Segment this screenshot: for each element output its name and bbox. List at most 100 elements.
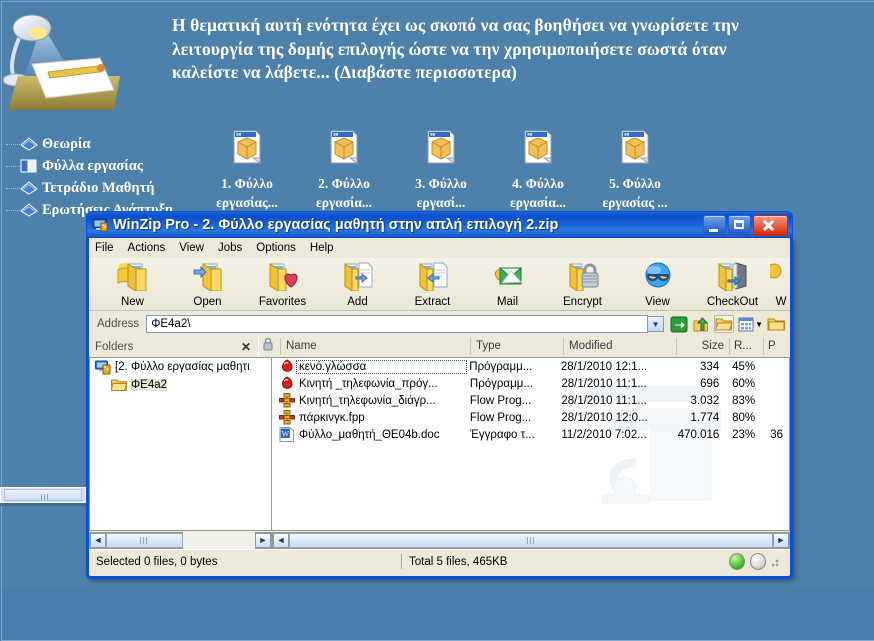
folders-horizontal-scrollbar[interactable]: ◄ ► [89,531,272,549]
toolbar-button-new[interactable]: New [95,258,170,310]
minimize-button[interactable] [703,214,726,236]
zip-file-icon [524,130,552,164]
table-row[interactable]: Κινητή _τηλεφωνία_πρόγ... Πρόγραμμ... 28… [272,375,789,392]
menu-item-options[interactable]: Options [256,242,296,254]
file-name: πάρκινγκ.fpp [298,411,365,424]
window-controls [703,214,788,236]
scrollbar-thumb[interactable] [106,532,183,548]
file-size: 334 [700,360,720,373]
menu-item-actions[interactable]: Actions [128,242,166,254]
slide-tree-item-label: Φύλλα εργασίας [42,157,143,174]
window-titlebar[interactable]: WinZip Pro - 2. Φύλλο εργασίας μαθητή στ… [86,211,793,238]
toolbar-label-wizard: W [775,296,787,308]
toolbar-button-checkout[interactable]: CheckOut [695,258,770,310]
menu-bar: File Actions View Jobs Options Help [89,238,790,258]
menu-item-help[interactable]: Help [310,242,334,254]
toolbar-button-favorites[interactable]: Favorites [245,258,320,310]
menu-item-file[interactable]: File [95,242,114,254]
folder-tree-node-label: [2. Φύλλο εργασίας μαθητι [115,361,250,373]
view-sunglasses-icon [620,260,695,292]
menu-item-jobs[interactable]: Jobs [218,242,242,254]
column-header-name[interactable]: Name [281,338,471,355]
toolbar-button-extract[interactable]: Extract [395,258,470,310]
resize-grip-icon[interactable] [771,556,781,567]
menu-item-view[interactable]: View [179,242,204,254]
up-folder-icon[interactable] [692,316,710,333]
folder-tree-node-label: ΦΕ4a2 [131,379,168,391]
scroll-right-arrow-icon[interactable]: ► [255,532,271,548]
views-button[interactable]: ▼ [738,317,763,332]
folders-pane-title: Folders [95,340,134,353]
views-grid-icon [738,317,754,331]
toolbar-label-new: New [120,296,144,308]
glossa-program-icon [281,376,293,389]
table-row[interactable]: Κινητή_τηλεφωνία_διάγρ... Flow Prog... 2… [272,392,789,409]
folders-tree-pane[interactable]: [2. Φύλλο εργασίας μαθητι ΦΕ4a2 [89,357,271,531]
toolbar-label-favorites: Favorites [258,296,307,308]
new-archive-icon [95,260,170,292]
scrollbar-thumb[interactable] [289,532,773,548]
scroll-left-arrow-icon[interactable]: ◄ [90,532,106,548]
zip-shortcut[interactable]: 3. Φύλλο εργασί... [406,130,476,212]
scrollbar-track[interactable] [183,531,255,549]
padlock-column-icon[interactable] [259,338,281,355]
scroll-right-arrow-icon[interactable]: ► [773,532,789,548]
table-row[interactable]: πάρκινγκ.fpp Flow Prog... 28/1/2010 12:0… [272,409,789,426]
toolbar-button-open[interactable]: Open [170,258,245,310]
file-ratio: 23% [732,428,756,441]
tree-connector [6,188,20,189]
checkout-icon [695,260,770,292]
scrollbar-grip-icon [41,494,50,500]
toolbar-button-add[interactable]: Add [320,258,395,310]
toolbar-label-view: View [645,296,670,308]
toolbar-button-view[interactable]: View [620,258,695,310]
book-icon [20,181,38,195]
column-header-packed[interactable]: P [764,338,790,355]
scrollbar-thumb[interactable] [4,489,82,501]
file-list-horizontal-scrollbar[interactable]: ◄ ► [272,531,790,549]
close-icon[interactable]: ✕ [241,340,251,354]
file-size: 470.016 [677,428,720,441]
zip-shortcut[interactable]: 5. Φύλλο εργασίας ... [600,130,670,212]
table-row[interactable]: W Φύλλο_μαθητή_ΘΕ04b.doc Έγγραφο τ... 11… [272,426,789,443]
table-row[interactable]: κενό.γλώσσα Πρόγραμμ... 28/1/2010 12:1..… [272,358,789,375]
toolbar-button-wizard[interactable]: W [770,258,790,310]
background-window-scrollbar[interactable] [0,487,86,503]
file-list-pane[interactable]: κενό.γλώσσα Πρόγραμμ... 28/1/2010 12:1..… [270,357,790,531]
folders-toggle-icon[interactable] [767,316,786,332]
zip-shortcut[interactable]: 4. Φύλλο εργασία... [503,130,573,212]
toolbar-button-mail[interactable]: Mail [470,258,545,310]
slide-tree-list: Θεωρία Φύλλα εργασίας Τετράδιο Μαθητή Ερ… [6,133,186,221]
toolbar-button-encrypt[interactable]: Encrypt [545,258,620,310]
zip-label-line1: 3. Φύλλο [415,176,467,191]
file-modified: 11/2/2010 7:02... [561,428,647,441]
folder-tree-node-fe4a2[interactable]: ΦΕ4a2 [90,376,271,394]
column-header-modified[interactable]: Modified [564,338,677,355]
slide-tree-item[interactable]: Φύλλα εργασίας [6,155,186,177]
column-header-type[interactable]: Type [471,338,564,355]
slide-tree-item[interactable]: Τετράδιο Μαθητή [6,177,186,199]
column-header-ratio[interactable]: R... [730,338,764,355]
column-header-size[interactable]: Size [677,338,730,355]
desk-lamp-illustration [2,14,120,110]
chevron-down-icon[interactable]: ▼ [648,316,665,332]
toolbar-label-mail: Mail [496,296,519,308]
folder-tree-node-root[interactable]: [2. Φύλλο εργασίας μαθητι [90,358,271,376]
address-input[interactable]: ΦΕ4a2\ [146,315,649,333]
maximize-button[interactable] [728,214,751,236]
flowchart-icon [278,393,295,408]
zip-shortcut[interactable]: 1. Φύλλο εργασίας... [212,130,282,212]
file-ratio: 83% [732,394,756,407]
scroll-left-arrow-icon[interactable]: ◄ [273,532,289,548]
window-title: WinZip Pro - 2. Φύλλο εργασίας μαθητή στ… [113,217,559,233]
open-folder-button[interactable] [714,315,735,333]
slide-tree-item[interactable]: Θεωρία [6,133,186,155]
status-led-grey [750,553,766,570]
go-arrow-icon[interactable] [670,316,688,333]
file-type: Flow Prog... [469,411,532,424]
slide-tree-item-label: Τετράδιο Μαθητή [42,179,155,196]
zip-shortcut[interactable]: 2. Φύλλο εργασία... [309,130,379,212]
close-button[interactable] [753,214,788,236]
content-panes: [2. Φύλλο εργασίας μαθητι ΦΕ4a2 κενό.γλώ… [89,357,790,531]
address-label: Address [97,318,140,330]
